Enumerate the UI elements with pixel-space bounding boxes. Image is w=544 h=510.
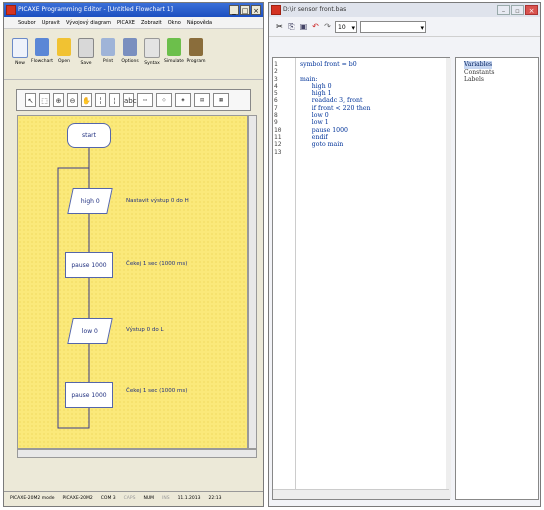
paste-icon[interactable]: ▣ (299, 22, 308, 32)
left-title-bar: PICAXE Programming Editor - [Untitled Fl… (4, 3, 263, 17)
status-time: 22:13 (208, 496, 222, 501)
flow-note-2: Čekej 1 sec (1000 ms) (126, 261, 188, 267)
copy-icon[interactable]: ⎘ (287, 22, 296, 32)
left-menu-bar: Soubor Upravit Vývojový diagram PICAXE Z… (4, 17, 263, 29)
status-num: NUM (143, 496, 154, 501)
line-number-gutter: 1 2 3 4 5 6 7 8 9 10 11 12 13 (273, 58, 296, 499)
editor-horizontal-scrollbar[interactable] (273, 489, 449, 499)
editor-vertical-scrollbar[interactable] (446, 58, 451, 499)
flowchart-editor-window: PICAXE Programming Editor - [Untitled Fl… (3, 2, 264, 507)
label-jump-select[interactable] (360, 20, 426, 34)
panel-variables[interactable]: Variables (464, 61, 493, 69)
label-tool-icon[interactable]: abc (123, 93, 137, 107)
flowchart-icon (35, 38, 49, 56)
options-icon (123, 38, 137, 56)
simulate-button[interactable]: Simulate (164, 32, 184, 77)
flow-block-pause2[interactable]: pause 1000 (65, 382, 113, 408)
line-tool-icon[interactable]: ╎ (95, 93, 106, 107)
out-block-icon[interactable]: ▭ (137, 93, 153, 107)
program-button[interactable]: Program (186, 32, 206, 77)
save-icon (78, 38, 94, 58)
menu-okno[interactable]: Okno (168, 17, 181, 28)
syntax-check-icon (144, 38, 160, 58)
connector-tool-icon[interactable]: ¦ (109, 93, 120, 107)
cut-icon[interactable]: ✂ (275, 22, 284, 32)
canvas-vertical-scrollbar[interactable] (248, 115, 257, 449)
start-terminal[interactable]: start (67, 123, 111, 148)
menu-napoveda[interactable]: Nápověda (187, 17, 212, 28)
new-file-icon (12, 38, 28, 58)
canvas-horizontal-scrollbar[interactable] (17, 449, 257, 458)
options-button[interactable]: Options (120, 32, 140, 77)
status-date: 11.1.2013 (177, 496, 201, 501)
program-icon (189, 38, 203, 56)
flow-block-pause1[interactable]: pause 1000 (65, 252, 113, 278)
status-ins: INS (162, 496, 170, 501)
menu-soubor[interactable]: Soubor (18, 17, 36, 28)
flow-note-1: Nastavit výstup 0 do H (126, 198, 189, 204)
font-size-select[interactable]: 10 (335, 20, 357, 34)
status-bar: PICAXE-20M2 mode PICAXE-20M2 COM 3 CAPS … (4, 491, 263, 506)
editor-minimize-button[interactable]: – (497, 5, 510, 15)
right-window-title: D:\ir sensor front.bas (283, 6, 347, 13)
sub-block-icon[interactable]: ▤ (194, 93, 210, 107)
redo-icon[interactable]: ↷ (323, 22, 332, 32)
other-block-icon[interactable]: ▦ (213, 93, 229, 107)
simulate-icon (167, 38, 181, 56)
picaxe-file-icon (271, 5, 281, 15)
maximize-button[interactable]: □ (240, 5, 250, 15)
menu-upravit[interactable]: Upravit (42, 17, 60, 28)
delay-block-icon[interactable]: ◈ (175, 93, 191, 107)
menu-picaxe[interactable]: PICAXE (117, 17, 135, 28)
undo-icon[interactable]: ↶ (311, 22, 320, 32)
flow-note-3: Výstup 0 do L (126, 327, 164, 333)
status-chip: PICAXE-20M2 (62, 496, 93, 501)
panel-constants[interactable]: Constants (464, 69, 495, 76)
pan-hand-icon[interactable]: ✋ (81, 93, 92, 107)
flow-block-low0[interactable]: low 0 (67, 318, 113, 344)
minimize-button[interactable]: _ (229, 5, 239, 15)
editor-restore-button[interactable]: ▫ (511, 5, 524, 15)
zoom-out-icon[interactable]: ⊖ (67, 93, 78, 107)
editor-toolbar: ✂ ⎘ ▣ ↶ ↷ 10 (269, 17, 540, 37)
status-port: COM 3 (100, 496, 116, 501)
zoom-in-icon[interactable]: ⊕ (53, 93, 64, 107)
menu-diagram[interactable]: Vývojový diagram (66, 17, 111, 28)
editor-close-button[interactable]: × (525, 5, 538, 15)
code-explorer-panel: Variables Constants Labels (455, 57, 539, 500)
open-button[interactable]: Open (54, 32, 74, 77)
select-tool-icon[interactable]: ⬚ (39, 93, 50, 107)
flow-block-high0[interactable]: high 0 (67, 188, 113, 214)
panel-labels[interactable]: Labels (464, 76, 484, 83)
pointer-tool-icon[interactable]: ↖ (25, 93, 36, 107)
code-editor-window: D:\ir sensor front.bas – ▫ × ✂ ⎘ ▣ ↶ ↷ 1… (268, 2, 541, 507)
code-editor[interactable]: 1 2 3 4 5 6 7 8 9 10 11 12 13 symbol fro… (272, 57, 451, 500)
menu-zobrazit[interactable]: Zobrazit (141, 17, 162, 28)
left-window-title: PICAXE Programming Editor - [Untitled Fl… (18, 6, 173, 13)
flowchart-tools: ↖ ⬚ ⊕ ⊖ ✋ ╎ ¦ abc ▭ ◇ ◈ ▤ ▦ (16, 89, 251, 111)
status-mode: PICAXE-20M2 mode (10, 496, 55, 501)
if-block-icon[interactable]: ◇ (156, 93, 172, 107)
code-text[interactable]: symbol front = b0 main: high 0 high 1 re… (300, 61, 371, 149)
save-button[interactable]: Save (76, 32, 96, 77)
close-button[interactable]: × (251, 5, 261, 15)
printer-icon (101, 38, 115, 56)
status-caps: CAPS (123, 496, 136, 501)
folder-icon (57, 38, 71, 56)
flow-note-4: Čekej 1 sec (1000 ms) (126, 388, 188, 394)
main-toolbar: New Flowchart Open Save Print Options Sy… (4, 30, 263, 80)
flowchart-button[interactable]: Flowchart (31, 32, 53, 77)
right-title-bar: D:\ir sensor front.bas – ▫ × (269, 3, 540, 17)
syntax-button[interactable]: Syntax (142, 32, 162, 77)
new-button[interactable]: New (10, 32, 30, 77)
print-button[interactable]: Print (98, 32, 118, 77)
flowchart-canvas[interactable]: start high 0 Nastavit výstup 0 do H paus… (17, 115, 248, 449)
picaxe-app-icon (6, 5, 16, 15)
flowchart-connectors (57, 148, 90, 429)
